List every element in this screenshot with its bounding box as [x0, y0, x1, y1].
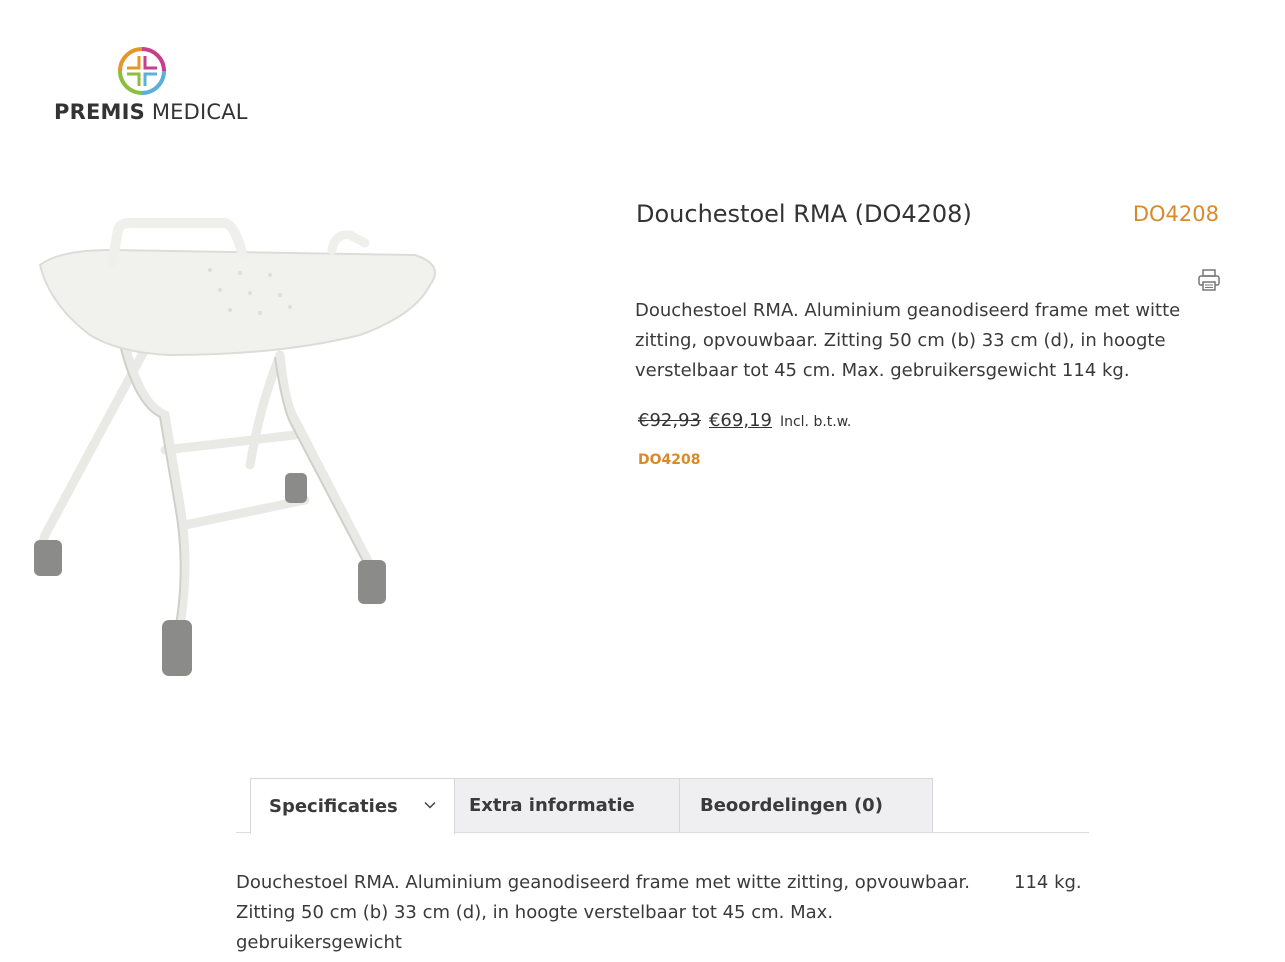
tab-label: Beoordelingen (0): [700, 795, 883, 816]
price-tax-note: Incl. b.t.w.: [779, 414, 852, 430]
tab-specificaties[interactable]: Specificaties: [250, 778, 455, 834]
tab-content-text: Douchestoel RMA. Aluminium geanodiseerd …: [236, 872, 971, 953]
product-sku: DO4208: [1132, 202, 1219, 226]
tab-beoordelingen[interactable]: Beoordelingen (0): [679, 778, 933, 832]
product-sku-small: DO4208: [638, 452, 701, 468]
brand-name: PREMIS MEDICAL: [54, 100, 248, 124]
tab-label: Specificaties: [269, 796, 398, 817]
medical-cross-logo-icon: [118, 47, 166, 95]
price-old: €92,93: [638, 410, 701, 431]
price-new: €69,19: [708, 410, 772, 431]
brand-logo[interactable]: PREMIS MEDICAL: [54, 46, 248, 130]
tab-content-overflow: 114 kg.: [1014, 872, 1082, 893]
price-row: €92,93 €69,19 Incl. b.t.w.: [638, 410, 851, 431]
product-description: Douchestoel RMA. Aluminium geanodiseerd …: [635, 300, 1181, 381]
tab-extra-informatie[interactable]: Extra informatie: [454, 778, 680, 832]
brand-name-regular: MEDICAL: [144, 100, 248, 124]
shower-stool-image[interactable]: [20, 205, 540, 695]
chevron-down-icon: [424, 801, 436, 809]
brand-name-bold: PREMIS: [54, 100, 145, 124]
tab-label: Extra informatie: [469, 795, 635, 816]
product-title: Douchestoel RMA (DO4208): [636, 200, 972, 228]
print-icon[interactable]: [1197, 267, 1221, 293]
